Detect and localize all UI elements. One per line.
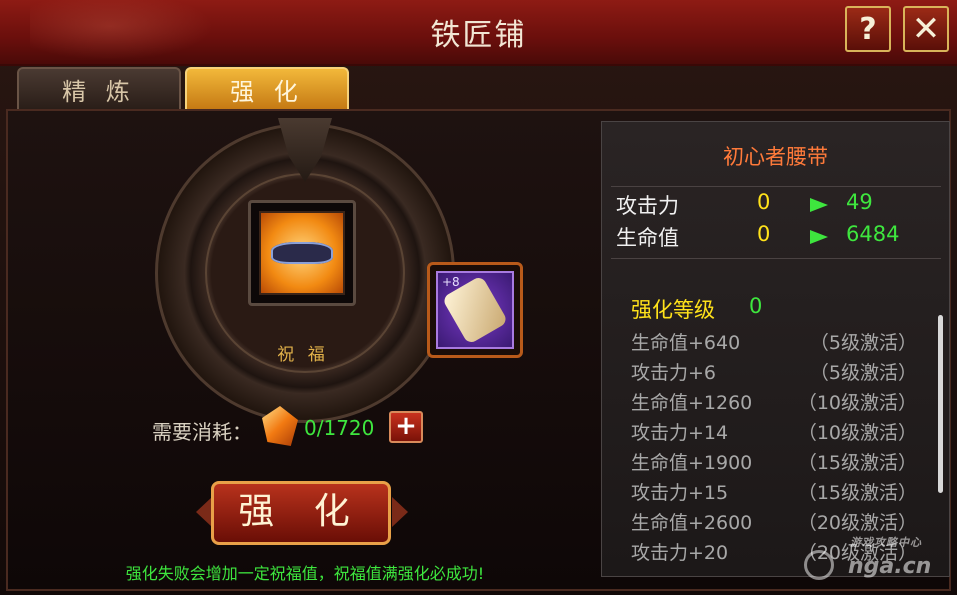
cost-label: 需要消耗： [152, 420, 252, 444]
watermark-top-text: 游戏攻略中心 [850, 536, 922, 549]
bless-label: 祝 福 [277, 345, 329, 365]
equipment-slot-frame [259, 211, 345, 295]
blacksmith-window: 铁匠铺 ? ✕ 精 炼 强 化 祝 福 +8 需要消耗： 0/1720 + 强 … [0, 0, 957, 595]
bonus-text: 攻击力+14 [631, 422, 729, 444]
close-icon: ✕ [911, 9, 941, 49]
stat-name: 攻击力 [616, 194, 679, 218]
window-title: 铁匠铺 [430, 18, 527, 53]
equipment-slot[interactable] [248, 200, 356, 306]
title-bar: 铁匠铺 [0, 0, 957, 66]
watermark: 游戏攻略中心 nga.cn [800, 530, 950, 590]
enhance-level-label: 强化等级 [631, 298, 715, 322]
bonus-text: 攻击力+6 [631, 362, 717, 384]
stat-name: 生命值 [616, 226, 679, 250]
bonus-text: 生命值+1260 [631, 392, 753, 414]
activate-text: （5级激活） [809, 362, 917, 384]
cost-value: 0/1720 [304, 416, 375, 440]
scrollbar[interactable] [938, 315, 943, 493]
enhance-button[interactable]: 强 化 [211, 481, 391, 545]
list-item: 生命值+640 （5级激活） [631, 326, 921, 356]
hint-text: 强化失败会增加一定祝福值，祝福值满强化必成功! [125, 564, 485, 583]
list-item: 攻击力+14 （10级激活） [631, 416, 921, 446]
activate-text: （5级激活） [809, 332, 917, 354]
bonus-text: 攻击力+20 [631, 542, 729, 564]
scroll-slot-frame: +8 [436, 271, 514, 349]
tab-enhance[interactable]: 强 化 [185, 67, 349, 109]
bonus-text: 生命值+1900 [631, 452, 753, 474]
scroll-slot[interactable]: +8 [427, 262, 523, 358]
bonus-text: 生命值+640 [631, 332, 741, 354]
list-item: 生命值+1900 （15级激活） [631, 446, 921, 476]
activate-text: （10级激活） [797, 422, 917, 444]
watermark-logo-icon [804, 550, 834, 580]
add-material-button[interactable]: + [389, 411, 423, 443]
stat-row-attack: 攻击力 0 49 [616, 190, 936, 220]
item-name: 初心者腰带 [723, 145, 828, 169]
list-item: 攻击力+15 （15级激活） [631, 476, 921, 506]
activate-text: （15级激活） [797, 452, 917, 474]
arrow-right-icon [810, 198, 828, 212]
question-icon: ? [859, 11, 877, 47]
list-item: 攻击力+6 （5级激活） [631, 356, 921, 386]
activate-text: （10级激活） [797, 392, 917, 414]
list-item: 生命值+1260 （10级激活） [631, 386, 921, 416]
activate-text: （15级激活） [797, 482, 917, 504]
stat-next: 49 [846, 190, 873, 214]
help-button[interactable]: ? [845, 6, 891, 52]
bonus-text: 攻击力+15 [631, 482, 729, 504]
stat-row-hp: 生命值 0 6484 [616, 222, 936, 252]
stat-current: 0 [757, 190, 771, 214]
belt-icon [271, 242, 333, 264]
enhance-level-value: 0 [749, 294, 763, 318]
divider [611, 258, 941, 259]
stat-current: 0 [757, 222, 771, 246]
divider [611, 186, 941, 187]
scroll-level-badge: +8 [442, 275, 460, 289]
watermark-main-text: nga.cn [848, 554, 932, 579]
bonus-text: 生命值+2600 [631, 512, 753, 534]
stat-next: 6484 [846, 222, 900, 246]
tab-refine[interactable]: 精 炼 [17, 67, 181, 109]
arrow-right-icon [810, 230, 828, 244]
close-button[interactable]: ✕ [903, 6, 949, 52]
